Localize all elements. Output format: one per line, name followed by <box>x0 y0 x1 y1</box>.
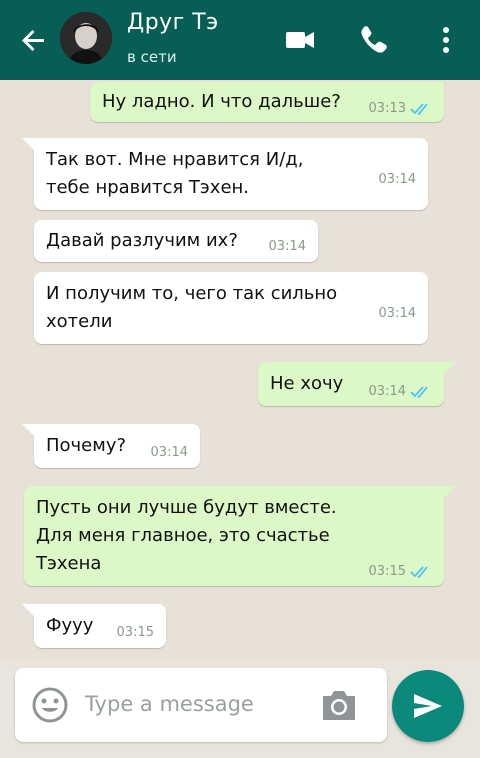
message-text: Пусть они лучше будут вместе. Для меня г… <box>36 497 337 574</box>
message-outgoing[interactable]: Пусть они лучше будут вместе. Для меня г… <box>24 486 456 586</box>
message-text: Фууу <box>46 615 94 636</box>
send-icon <box>414 694 442 718</box>
send-button[interactable] <box>392 670 464 742</box>
message-incoming[interactable]: И получим то, чего так сильно хотели 03:… <box>34 272 428 344</box>
message-time: 03:14 <box>378 172 416 187</box>
message-input-bar: Type a message <box>15 668 387 742</box>
message-text: И получим то, чего так сильно хотели <box>46 283 338 332</box>
bubble-tail <box>22 424 36 438</box>
message-time: 03:14 <box>368 384 406 399</box>
message-text: Почему? <box>46 435 127 456</box>
read-ticks-icon <box>410 103 428 116</box>
message-meta: 03:13 <box>369 95 432 123</box>
avatar[interactable] <box>60 12 112 64</box>
message-time: 03:14 <box>150 445 188 460</box>
message-meta: 03:14 <box>369 378 432 406</box>
message-incoming[interactable]: Так вот. Мне нравится И/д, тебе нравится… <box>22 138 428 210</box>
emoji-icon[interactable] <box>31 686 69 724</box>
message-time: 03:14 <box>268 239 306 254</box>
message-outgoing[interactable]: Не хочу 03:14 <box>258 362 456 406</box>
read-ticks-icon <box>410 386 428 399</box>
chat-header: Друг Тэ в сети <box>0 0 480 80</box>
message-input[interactable]: Type a message <box>85 692 254 716</box>
message-incoming[interactable]: Давай разлучим их? 03:14 <box>34 220 318 262</box>
message-outgoing[interactable]: Ну ладно. И что дальше? 03:13 <box>90 82 444 122</box>
bubble-tail <box>22 138 36 152</box>
camera-icon[interactable] <box>319 687 359 723</box>
message-time: 03:15 <box>116 625 154 640</box>
message-incoming[interactable]: Почему? 03:14 <box>22 424 200 468</box>
bubble-tail <box>442 362 456 376</box>
message-text: Так вот. Мне нравится И/д, тебе нравится… <box>46 149 304 198</box>
message-incoming[interactable]: Фууу 03:15 <box>22 604 166 648</box>
contact-status: в сети <box>127 48 177 66</box>
message-text: Не хочу <box>270 373 344 394</box>
video-call-icon[interactable] <box>282 22 318 58</box>
read-ticks-icon <box>410 566 428 579</box>
message-time: 03:15 <box>368 564 406 579</box>
more-vert-icon[interactable] <box>428 22 464 58</box>
message-list[interactable]: Ну ладно. И что дальше? 03:13 Так вот. М… <box>0 80 480 660</box>
bubble-tail <box>442 486 456 500</box>
message-time: 03:13 <box>368 101 406 116</box>
contact-name[interactable]: Друг Тэ <box>127 10 219 35</box>
message-time: 03:14 <box>378 306 416 321</box>
bubble-tail <box>22 604 36 618</box>
phone-icon[interactable] <box>354 22 390 58</box>
message-text: Ну ладно. И что дальше? <box>102 91 341 112</box>
back-arrow-icon[interactable] <box>18 24 50 56</box>
message-text: Давай разлучим их? <box>46 230 238 251</box>
message-meta: 03:15 <box>369 558 432 586</box>
